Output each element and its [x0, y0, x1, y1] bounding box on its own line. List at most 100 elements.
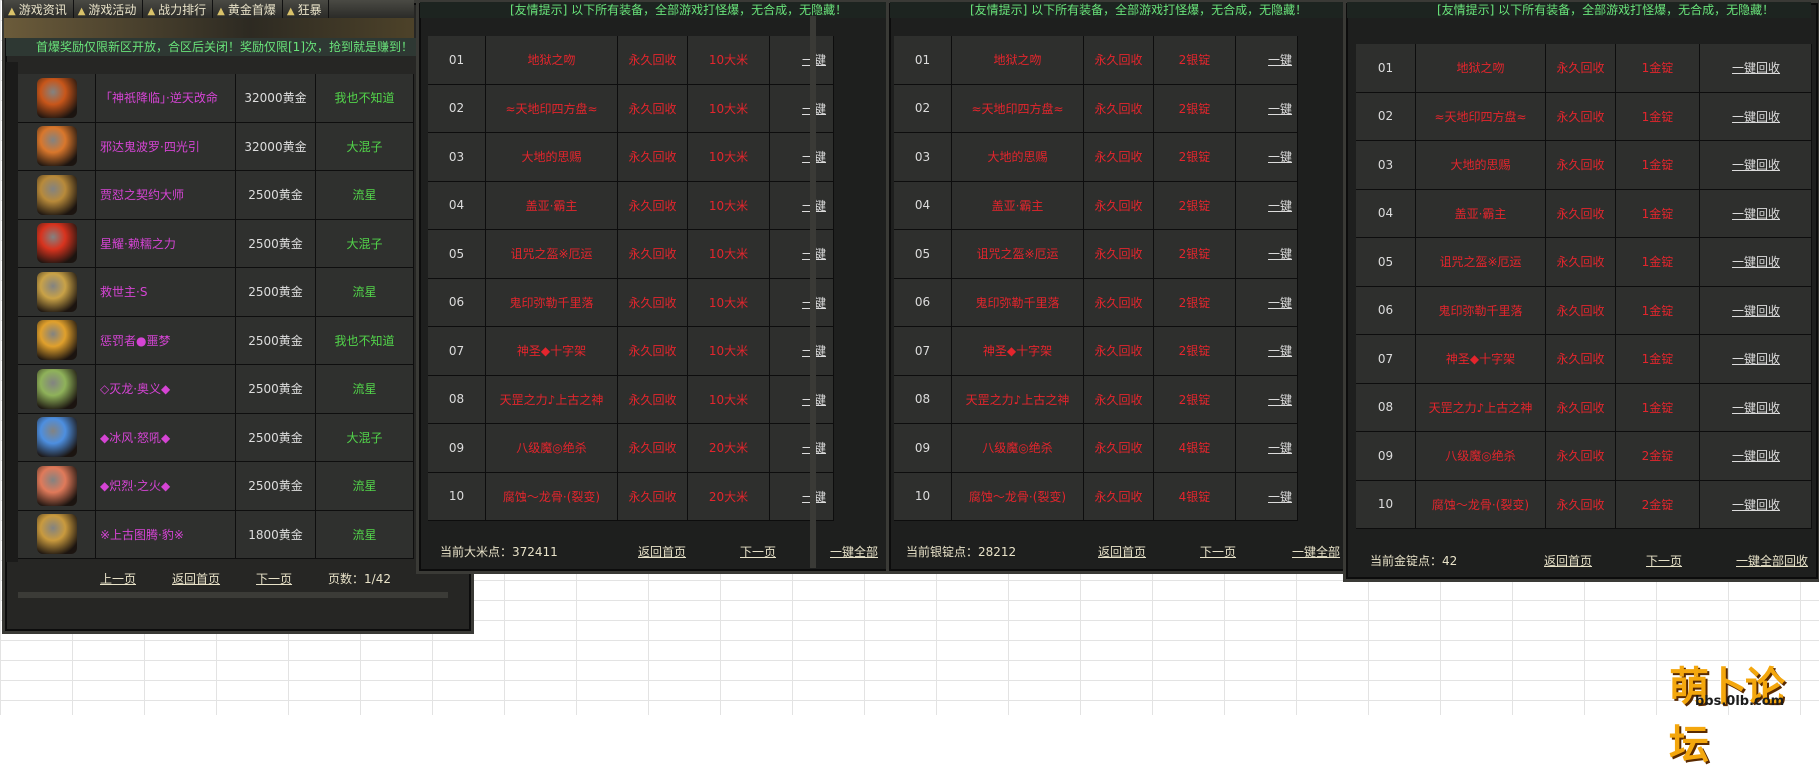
- item-owner: 流星: [316, 171, 414, 219]
- row-number: 10: [894, 472, 952, 520]
- recycle-duration: 永久回收: [1546, 480, 1616, 528]
- recycle-action-link[interactable]: 一键: [1236, 84, 1298, 132]
- item-icon-cell: [18, 413, 96, 461]
- row-number: 03: [1356, 141, 1416, 189]
- recycle-action-link[interactable]: 一键: [770, 181, 834, 229]
- item-name: ≈天地印四方盘≈: [486, 84, 618, 132]
- item-icon-cell: [18, 171, 96, 219]
- item-name: 诅咒之盔※厄运: [1416, 238, 1546, 286]
- silver-all-link[interactable]: 一键全部: [1292, 543, 1340, 560]
- tab-1[interactable]: ▲ 游戏资讯: [4, 0, 74, 18]
- recycle-action-link[interactable]: 一键回收: [1700, 44, 1812, 92]
- recycle-action-link[interactable]: 一键: [1236, 472, 1298, 520]
- recycle-price: 2银锭: [1154, 181, 1236, 229]
- recycle-row: 06 鬼印弥勒千里落 永久回收 1金锭 一键回收: [1356, 286, 1812, 335]
- item-icon-cell: [18, 510, 96, 558]
- first-drop-notice: 首爆奖励仅限新区开放，合区后关闭！奖励仅限[1]次，抢到就是赚到！: [6, 38, 462, 56]
- item-name: ≈天地印四方盘≈: [952, 84, 1084, 132]
- recycle-action-link[interactable]: 一键: [1236, 133, 1298, 181]
- recycle-row: 04 盖亚·霸主 永久回收 10大米 一键: [428, 181, 834, 230]
- tab-2[interactable]: ▲ 游戏活动: [74, 0, 144, 18]
- recycle-action-link[interactable]: 一键: [1236, 181, 1298, 229]
- recycle-row: 07 神圣◆十字架 永久回收 10大米 一键: [428, 327, 834, 376]
- silver-next-link[interactable]: 下一页: [1200, 543, 1236, 560]
- recycle-row: 04 盖亚·霸主 永久回收 1金锭 一键回收: [1356, 189, 1812, 238]
- item-owner: 流星: [316, 510, 414, 558]
- recycle-duration: 永久回收: [1546, 189, 1616, 237]
- recycle-price: 2银锭: [1154, 230, 1236, 278]
- prev-page-link[interactable]: 上一页: [100, 570, 136, 587]
- silver-home-link[interactable]: 返回首页: [1098, 543, 1146, 560]
- wood-all-link[interactable]: 一键全部: [830, 543, 878, 560]
- friendly-notice-wood: [友情提示] 以下所有装备，全部游戏打怪爆，无合成，无隐藏！: [420, 2, 934, 18]
- recycle-action-link[interactable]: 一键回收: [1700, 189, 1812, 237]
- recycle-duration: 永久回收: [1546, 286, 1616, 334]
- gold-next-link[interactable]: 下一页: [1646, 552, 1682, 569]
- recycle-action-link[interactable]: 一键: [770, 424, 834, 472]
- golden-mask-icon: [36, 271, 77, 312]
- recycle-action-link[interactable]: 一键: [770, 84, 834, 132]
- tab-3[interactable]: ▲ 战力排行: [143, 0, 214, 18]
- recycle-action-link[interactable]: 一键: [770, 230, 834, 278]
- recycle-price: 2银锭: [1154, 133, 1236, 181]
- item-name: 腐蚀～龙骨·(裂变): [486, 472, 618, 520]
- recycle-action-link[interactable]: 一键回收: [1700, 335, 1812, 383]
- first-drop-row: 星耀·赖糯之力 2500黄金 大混子: [18, 219, 414, 268]
- wood-home-link[interactable]: 返回首页: [638, 543, 686, 560]
- item-name: 大地的思赐: [1416, 141, 1546, 189]
- item-reward: 1800黄金: [236, 510, 316, 558]
- recycle-duration: 永久回收: [1084, 181, 1154, 229]
- item-name: 诅咒之盔※厄运: [486, 230, 618, 278]
- recycle-action-link[interactable]: 一键回收: [1700, 383, 1812, 431]
- gold-home-link[interactable]: 返回首页: [1544, 552, 1592, 569]
- recycle-row: 07 神圣◆十字架 永久回收 1金锭 一键回收: [1356, 335, 1812, 384]
- recycle-action-link[interactable]: 一键: [1236, 424, 1298, 472]
- recycle-action-link[interactable]: 一键: [770, 278, 834, 326]
- recycle-action-link[interactable]: 一键: [1236, 230, 1298, 278]
- recycle-action-link[interactable]: 一键: [1236, 375, 1298, 423]
- recycle-action-link[interactable]: 一键: [770, 375, 834, 423]
- recycle-row: 03 大地的思赐 永久回收 2银锭 一键: [894, 133, 1298, 182]
- next-page-link[interactable]: 下一页: [256, 570, 292, 587]
- first-drop-table: 「神祇降临」·逆天改命 32000黄金 我也不知道 邪达鬼波罗·四光引 3200…: [18, 74, 414, 559]
- recycle-action-link[interactable]: 一键回收: [1700, 238, 1812, 286]
- demon-face-icon: [36, 174, 77, 215]
- home-link[interactable]: 返回首页: [172, 570, 220, 587]
- tab-label: 游戏资讯: [18, 3, 67, 17]
- recycle-action-link[interactable]: 一键: [770, 472, 834, 520]
- recycle-duration: 永久回收: [1084, 327, 1154, 375]
- recycle-action-link[interactable]: 一键: [770, 133, 834, 181]
- recycle-action-link[interactable]: 一键回收: [1700, 432, 1812, 480]
- friendly-notice-silver: [友情提示] 以下所有装备，全部游戏打怪爆，无合成，无隐藏！: [890, 2, 1346, 18]
- recycle-price: 2金锭: [1616, 432, 1700, 480]
- gold-all-link[interactable]: 一键全部回收: [1736, 552, 1808, 569]
- tab-label: 狂暴: [297, 3, 322, 17]
- recycle-price: 2银锭: [1154, 84, 1236, 132]
- item-reward: 32000黄金: [236, 122, 316, 170]
- recycle-price: 20大米: [688, 472, 770, 520]
- recycle-action-link[interactable]: 一键: [1236, 278, 1298, 326]
- wood-recycle-table: 01 地狱之吻 永久回收 10大米 一键02 ≈天地印四方盘≈ 永久回收 10大…: [428, 36, 834, 521]
- recycle-price: 1金锭: [1616, 286, 1700, 334]
- recycle-action-link[interactable]: 一键回收: [1700, 92, 1812, 140]
- recycle-action-link[interactable]: 一键回收: [1700, 480, 1812, 528]
- tab-5[interactable]: ▲ 狂暴: [283, 0, 329, 18]
- recycle-action-link[interactable]: 一键回收: [1700, 141, 1812, 189]
- item-reward: 2500黄金: [236, 462, 316, 510]
- item-owner: 流星: [316, 268, 414, 316]
- wood-next-link[interactable]: 下一页: [740, 543, 776, 560]
- first-drop-row: ※上古图腾·豹※ 1800黄金 流星: [18, 510, 414, 559]
- tab-4[interactable]: ▲ 黄金首爆: [213, 0, 283, 18]
- recycle-action-link[interactable]: 一键: [770, 36, 834, 84]
- item-name: 盖亚·霸主: [1416, 189, 1546, 237]
- first-drop-row: 贾怼之契约大师 2500黄金 流星: [18, 171, 414, 220]
- item-name: 救世主·S: [96, 268, 236, 316]
- recycle-action-link[interactable]: 一键回收: [1700, 286, 1812, 334]
- recycle-action-link[interactable]: 一键: [770, 327, 834, 375]
- item-name: ◆冰风·怒吼◆: [96, 413, 236, 461]
- recycle-duration: 永久回收: [618, 472, 688, 520]
- item-name: 天罡之力♪上古之神: [1416, 383, 1546, 431]
- recycle-action-link[interactable]: 一键: [1236, 327, 1298, 375]
- recycle-price: 1金锭: [1616, 92, 1700, 140]
- recycle-action-link[interactable]: 一键: [1236, 36, 1298, 84]
